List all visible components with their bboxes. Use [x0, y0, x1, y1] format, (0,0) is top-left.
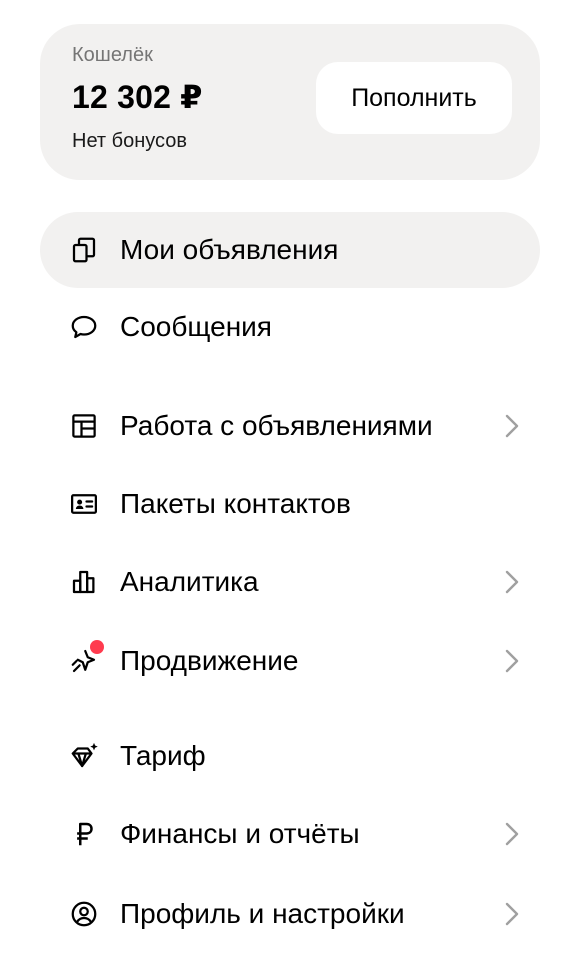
menu-item-tariff[interactable]: Тариф — [40, 718, 540, 794]
menu-item-label: Сообщения — [120, 311, 272, 342]
wallet-card: Кошелёк 12 302 ₽ Нет бонусов Пополнить — [40, 24, 540, 180]
chevron-right-icon — [504, 821, 520, 847]
chevron-right-icon — [504, 413, 520, 439]
topup-button[interactable]: Пополнить — [316, 62, 512, 134]
menu-item-profile-settings[interactable]: Профиль и настройки — [40, 876, 540, 952]
menu-item-listing-management[interactable]: Работа с объявлениями — [40, 388, 540, 464]
notification-dot — [90, 640, 104, 654]
menu-item-label: Мои объявления — [120, 234, 339, 265]
listings-icon — [68, 234, 100, 266]
menu-item-label: Профиль и настройки — [120, 898, 405, 929]
chevron-right-icon — [504, 569, 520, 595]
diamond-sparkle-icon — [68, 740, 100, 772]
wallet-bonus-status: Нет бонусов — [72, 130, 187, 152]
wallet-label: Кошелёк — [72, 44, 153, 66]
chat-bubble-icon — [68, 311, 100, 343]
menu-item-label: Финансы и отчёты — [120, 818, 360, 849]
ruble-icon — [68, 818, 100, 850]
menu-item-my-listings[interactable]: Мои объявления — [40, 212, 540, 288]
menu-item-promotion[interactable]: Продвижение — [40, 623, 540, 699]
chevron-right-icon — [504, 901, 520, 927]
menu-item-label: Тариф — [120, 740, 206, 771]
menu-item-contact-packages[interactable]: Пакеты контактов — [40, 466, 540, 542]
layout-icon — [68, 410, 100, 442]
menu-item-analytics[interactable]: Аналитика — [40, 544, 540, 620]
bar-chart-icon — [68, 566, 100, 598]
menu-item-label: Продвижение — [120, 645, 299, 676]
wallet-balance: 12 302 ₽ — [72, 79, 203, 115]
menu-item-finance-reports[interactable]: Финансы и отчёты — [40, 796, 540, 872]
menu-item-label: Пакеты контактов — [120, 488, 351, 519]
profile-icon — [68, 898, 100, 930]
chevron-right-icon — [504, 648, 520, 674]
menu-item-label: Работа с объявлениями — [120, 410, 433, 441]
menu-item-label: Аналитика — [120, 566, 259, 597]
contact-card-icon — [68, 488, 100, 520]
promotion-icon — [68, 640, 104, 677]
menu-item-messages[interactable]: Сообщения — [40, 289, 540, 365]
